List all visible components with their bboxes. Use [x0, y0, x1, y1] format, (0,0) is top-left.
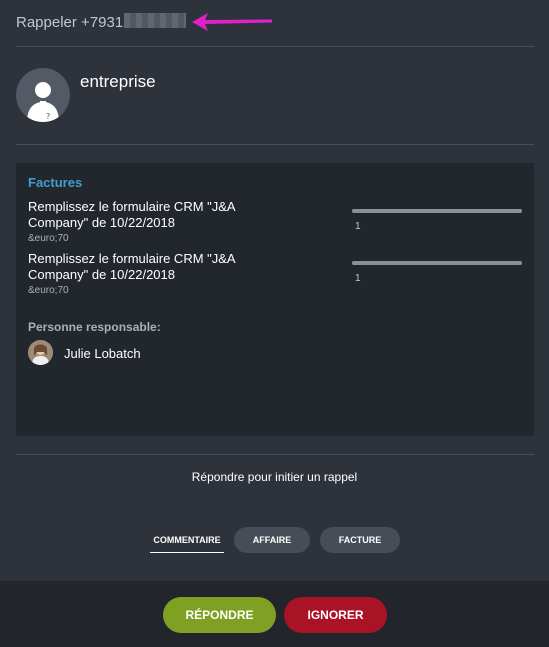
- invoice-item[interactable]: Remplissez le formulaire CRM "J&A Compan…: [28, 199, 528, 249]
- avatar: [28, 340, 53, 365]
- invoice-quantity: 1: [355, 221, 361, 232]
- invoice-description: Remplissez le formulaire CRM "J&A Compan…: [28, 199, 235, 230]
- divider: [16, 46, 534, 47]
- user-silhouette-icon: ?: [16, 68, 70, 122]
- annotation-arrow-icon: [192, 11, 274, 38]
- responsible-label: Personne responsable:: [28, 320, 161, 334]
- contact-row: ? entreprise: [16, 68, 534, 124]
- tab-invoice[interactable]: Facture: [320, 527, 400, 553]
- answer-button[interactable]: Répondre: [163, 597, 276, 633]
- info-card: Factures Remplissez le formulaire CRM "J…: [16, 163, 534, 436]
- invoice-progress-fill: [352, 209, 522, 213]
- invoice-amount: &euro;70: [28, 285, 69, 296]
- invoice-progress-fill: [352, 261, 522, 265]
- divider: [16, 144, 534, 145]
- contact-name[interactable]: entreprise: [80, 72, 156, 92]
- invoice-amount: &euro;70: [28, 233, 69, 244]
- callback-title: Rappeler +7931: [16, 14, 124, 31]
- invoice-quantity: 1: [355, 273, 361, 284]
- tab-bar: Commentaire Affaire Facture: [0, 527, 549, 553]
- header: Rappeler +7931: [0, 0, 549, 46]
- reply-hint: Répondre pour initier un rappel: [191, 470, 358, 484]
- redacted-phone-digits: [124, 13, 186, 28]
- footer-actions: Répondre Ignorer: [0, 581, 549, 647]
- responsible-name[interactable]: Julie Lobatch: [64, 346, 141, 361]
- invoice-description: Remplissez le formulaire CRM "J&A Compan…: [28, 251, 235, 282]
- invoices-section-title: Factures: [28, 175, 83, 190]
- tab-comment[interactable]: Commentaire: [150, 527, 224, 553]
- tab-deal[interactable]: Affaire: [234, 527, 310, 553]
- invoice-item[interactable]: Remplissez le formulaire CRM "J&A Compan…: [28, 251, 528, 301]
- invoice-progress: [352, 261, 522, 265]
- divider: [16, 454, 534, 455]
- svg-text:?: ?: [46, 112, 50, 121]
- ignore-button[interactable]: Ignorer: [284, 597, 387, 633]
- invoice-progress: [352, 209, 522, 213]
